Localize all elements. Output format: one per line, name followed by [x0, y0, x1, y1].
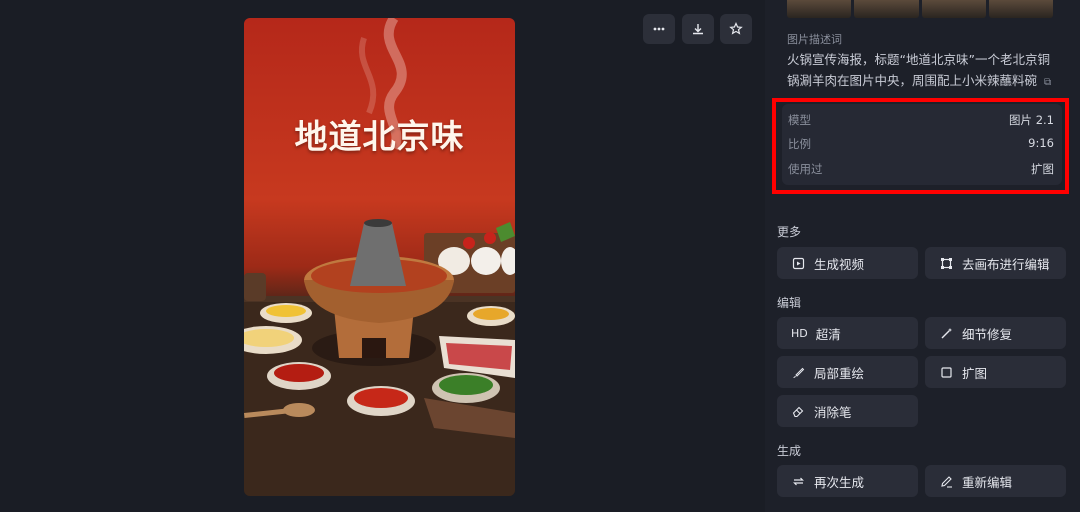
hotpot-illustration	[244, 18, 515, 496]
eraser-button[interactable]: 消除笔	[777, 395, 918, 427]
more-horizontal-icon	[653, 27, 665, 31]
canvas-crop-icon	[939, 256, 953, 270]
hd-upscale-button[interactable]: HD 超清	[777, 317, 918, 349]
section-edit-title: 编辑	[777, 296, 802, 310]
expand-square-icon	[939, 365, 953, 379]
button-label: 扩图	[962, 365, 988, 381]
section-more-title: 更多	[777, 225, 802, 239]
thumbnail[interactable]	[921, 0, 986, 18]
reference-thumbnails[interactable]	[787, 0, 1053, 18]
button-label: 局部重绘	[814, 365, 865, 381]
repeat-icon	[791, 474, 805, 488]
download-button[interactable]	[682, 14, 714, 44]
button-label: 超清	[815, 326, 841, 342]
video-plus-icon	[791, 256, 805, 270]
thumbnail[interactable]	[988, 0, 1053, 18]
image-preview-area: 地道北京味	[0, 0, 765, 512]
local-redraw-button[interactable]: 局部重绘	[777, 356, 918, 388]
re-edit-button[interactable]: 重新编辑	[925, 465, 1066, 497]
thumbnail[interactable]	[854, 0, 919, 18]
section-generate-title: 生成	[777, 444, 802, 458]
canvas-edit-button[interactable]: 去画布进行编辑	[925, 247, 1066, 279]
regenerate-button[interactable]: 再次生成	[777, 465, 918, 497]
expand-image-button[interactable]: 扩图	[925, 356, 1066, 388]
generate-video-button[interactable]: 生成视频	[777, 247, 918, 279]
poster-title: 地道北京味	[294, 117, 465, 156]
button-label: 细节修复	[962, 326, 1013, 342]
star-icon	[729, 22, 743, 35]
description-label: 图片描述词	[787, 33, 842, 46]
brush-icon	[791, 365, 805, 379]
highlight-box	[772, 98, 1069, 194]
eraser-icon	[791, 404, 805, 418]
prompt-text: 火锅宣传海报，标题“地道北京味”一个老北京铜锅涮羊肉在图片中央，周围配上小米辣蘸…	[787, 52, 1050, 88]
button-label: 消除笔	[814, 404, 852, 420]
detail-fix-button[interactable]: 细节修复	[925, 317, 1066, 349]
copy-icon[interactable]: ⧉	[1044, 77, 1051, 88]
details-panel: 图片描述词 火锅宣传海报，标题“地道北京味”一个老北京铜锅涮羊肉在图片中央，周围…	[765, 0, 1080, 512]
button-label: 生成视频	[814, 256, 865, 272]
magic-wand-icon	[939, 326, 953, 340]
pencil-icon	[939, 474, 953, 488]
description-text: 火锅宣传海报，标题“地道北京味”一个老北京铜锅涮羊肉在图片中央，周围配上小米辣蘸…	[787, 49, 1059, 93]
button-label: 去画布进行编辑	[962, 256, 1050, 272]
favorite-button[interactable]	[720, 14, 752, 44]
more-button[interactable]	[643, 14, 675, 44]
download-icon	[693, 24, 703, 35]
button-label: 再次生成	[814, 474, 865, 490]
thumbnail[interactable]	[787, 0, 852, 18]
generated-poster-image[interactable]: 地道北京味	[244, 18, 515, 496]
button-label: 重新编辑	[962, 474, 1013, 490]
hd-icon: HD	[791, 326, 808, 340]
